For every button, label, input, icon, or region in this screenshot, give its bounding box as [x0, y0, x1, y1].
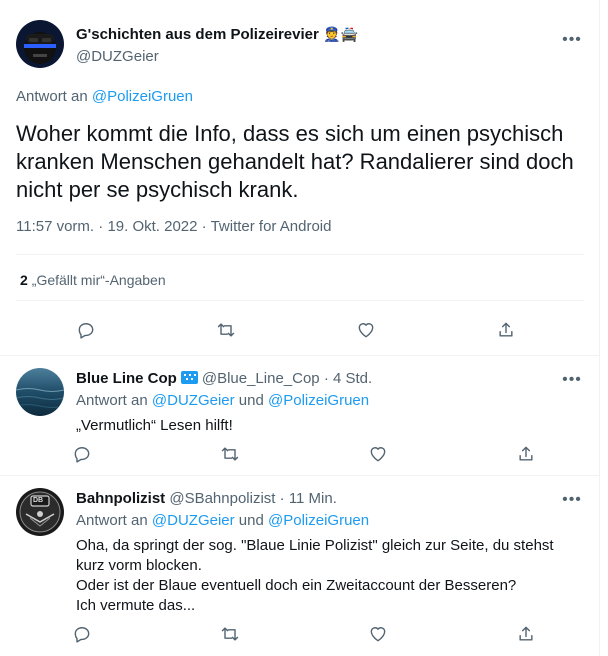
separator: · — [201, 218, 207, 235]
more-icon[interactable]: ••• — [562, 370, 582, 390]
tweet-actions — [64, 436, 544, 472]
tweet-text: Oha, da springt der sog. "Blaue Linie Po… — [76, 536, 566, 616]
display-name[interactable]: G'schichten aus dem Polizeirevier — [76, 26, 319, 43]
more-icon[interactable]: ••• — [562, 30, 582, 50]
display-name[interactable]: Blue Line Cop — [76, 370, 177, 387]
reply-icon[interactable] — [68, 312, 104, 348]
flag-icon — [180, 371, 198, 384]
share-icon[interactable] — [488, 312, 524, 348]
more-icon[interactable]: ••• — [562, 490, 582, 510]
tweet-date[interactable]: 19. Okt. 2022 — [107, 218, 197, 235]
tweet-client[interactable]: Twitter for Android — [211, 218, 332, 235]
thread-page: G'schichten aus dem Polizeirevier 👮🚔 @DU… — [0, 0, 600, 656]
handle[interactable]: @SBahnpolizist — [169, 490, 275, 507]
divider — [16, 300, 584, 301]
reply-to-link[interactable]: @PolizeiGruen — [268, 512, 369, 529]
avatar[interactable] — [16, 368, 64, 416]
tweet-actions — [16, 312, 576, 348]
tweet-text: „Vermutlich“ Lesen hilft! — [76, 417, 233, 434]
retweet-icon[interactable] — [208, 312, 244, 348]
reply-tweet[interactable]: Blue Line Cop @Blue_Line_Cop · 4 Std. •••… — [0, 356, 600, 476]
name-emoji: 👮🚔 — [323, 26, 359, 42]
retweet-icon[interactable] — [212, 616, 248, 652]
reply-and: und — [238, 512, 264, 529]
reply-and: und — [238, 392, 264, 409]
author-line: Bahnpolizist @SBahnpolizist · 11 Min. — [76, 490, 337, 507]
reply-to-link[interactable]: @PolizeiGruen — [92, 88, 193, 105]
like-icon[interactable] — [348, 312, 384, 348]
reply-prefix: Antwort an — [16, 88, 88, 105]
tweet-meta: 11:57 vorm. · 19. Okt. 2022 · Twitter fo… — [16, 218, 331, 235]
reply-icon[interactable] — [64, 616, 100, 652]
tweet-text-line: Oder ist der Blaue eventuell doch ein Zw… — [76, 577, 517, 594]
tweet-age[interactable]: 4 Std. — [333, 370, 372, 387]
tweet-time[interactable]: 11:57 vorm. — [16, 218, 94, 235]
reply-context: Antwort an @DUZGeier und @PolizeiGruen — [76, 392, 369, 409]
reply-tweet[interactable]: DB Bahnpolizist @SBahnpolizist · 11 Min.… — [0, 476, 600, 656]
like-icon[interactable] — [360, 616, 396, 652]
tweet-actions — [64, 616, 544, 652]
handle[interactable]: @DUZGeier — [76, 48, 159, 65]
tweet-text-line: Ich vermute das... — [76, 597, 196, 614]
like-icon[interactable] — [360, 436, 396, 472]
separator: · — [98, 218, 104, 235]
tweet-text-line: Oha, da springt der sog. "Blaue Linie Po… — [76, 537, 554, 574]
reply-to-link[interactable]: @DUZGeier — [152, 392, 235, 409]
avatar[interactable] — [16, 20, 64, 68]
reply-icon[interactable] — [64, 436, 100, 472]
retweet-icon[interactable] — [212, 436, 248, 472]
handle[interactable]: @Blue_Line_Cop — [202, 370, 320, 387]
like-label: „Gefällt mir“-Angaben — [31, 272, 166, 288]
tweet-age[interactable]: 11 Min. — [289, 490, 337, 507]
display-name[interactable]: Bahnpolizist — [76, 490, 165, 507]
tweet-text: Woher kommt die Info, dass es sich um ei… — [16, 121, 574, 202]
reply-to-link[interactable]: @PolizeiGruen — [268, 392, 369, 409]
author-line: G'schichten aus dem Polizeirevier 👮🚔 — [76, 26, 358, 44]
like-count: 2 — [20, 272, 28, 288]
main-tweet: G'schichten aus dem Polizeirevier 👮🚔 @DU… — [0, 6, 600, 356]
author-line: Blue Line Cop @Blue_Line_Cop · 4 Std. — [76, 370, 373, 387]
share-icon[interactable] — [508, 616, 544, 652]
reply-context: Antwort an @PolizeiGruen — [16, 88, 193, 105]
reply-prefix: Antwort an — [76, 512, 148, 529]
avatar[interactable]: DB — [16, 488, 64, 536]
reply-to-link[interactable]: @DUZGeier — [152, 512, 235, 529]
reply-prefix: Antwort an — [76, 392, 148, 409]
share-icon[interactable] — [508, 436, 544, 472]
avatar-text: DB — [33, 497, 44, 504]
reply-context: Antwort an @DUZGeier und @PolizeiGruen — [76, 512, 369, 529]
divider — [16, 254, 584, 255]
like-stats[interactable]: 2 „Gefällt mir“-Angaben — [20, 272, 166, 288]
